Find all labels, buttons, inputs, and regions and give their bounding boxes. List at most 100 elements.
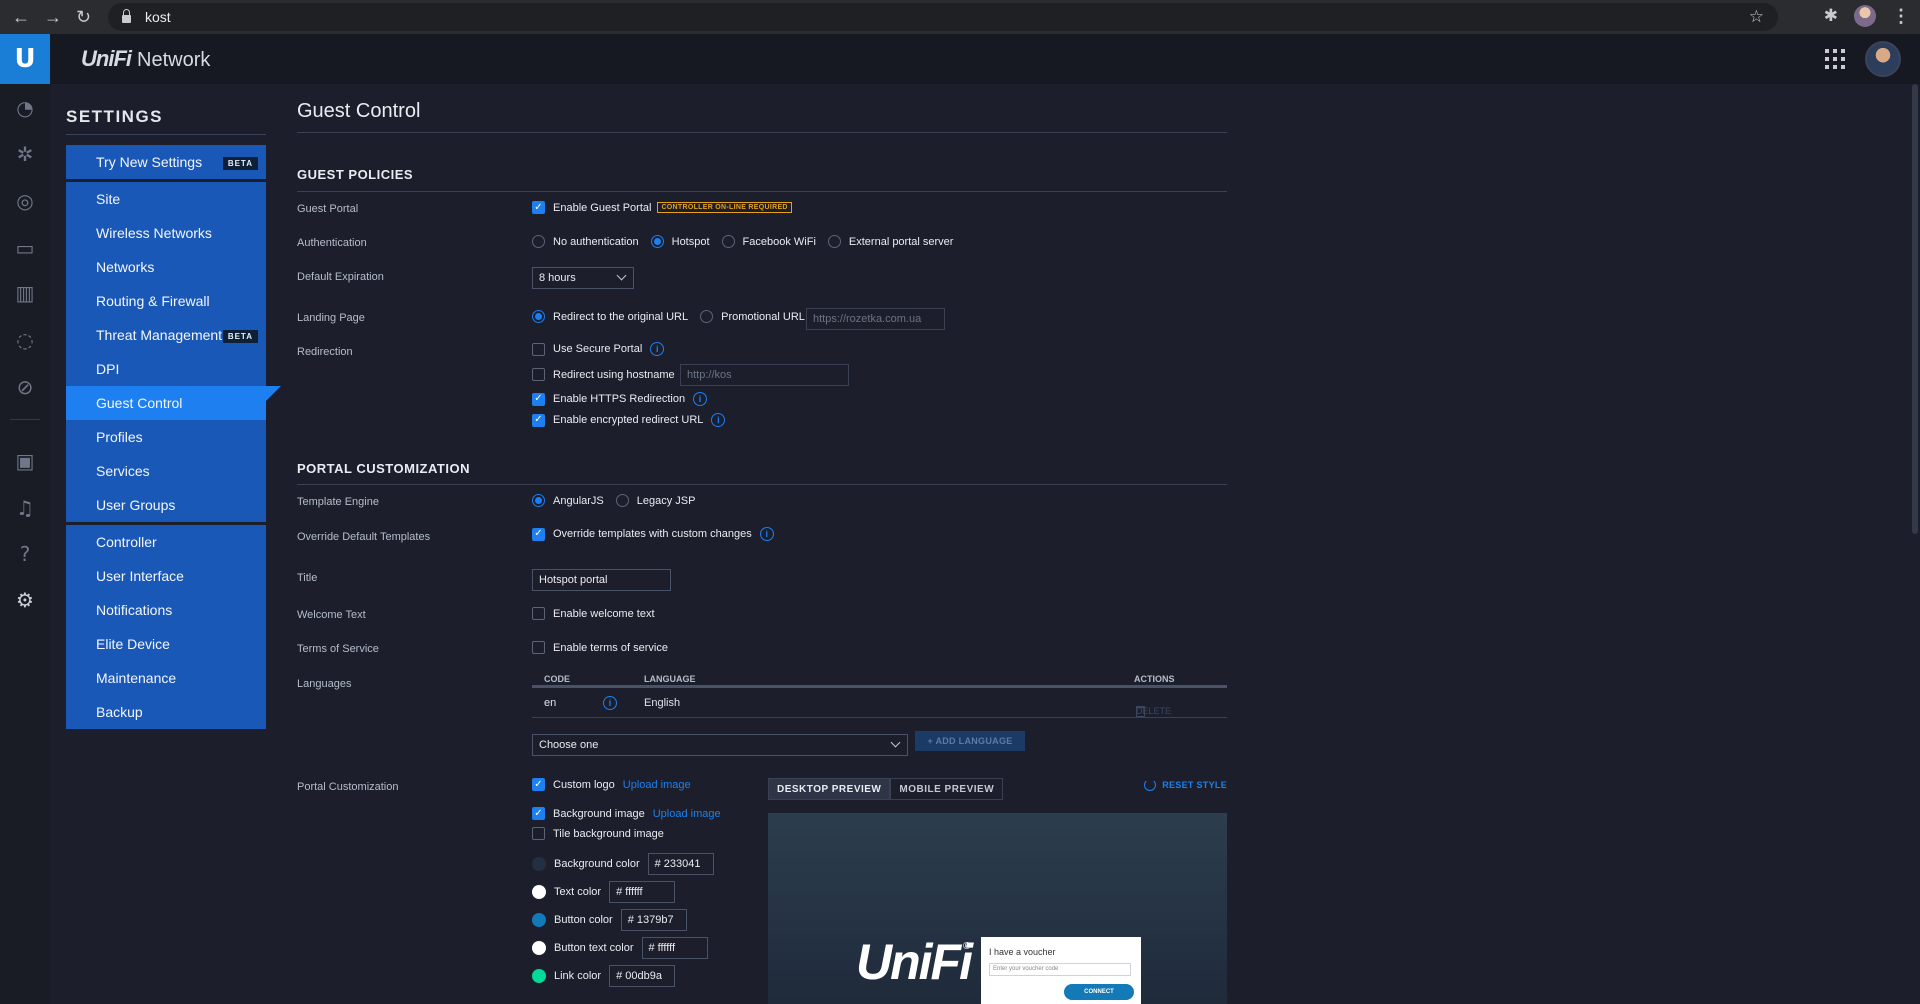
- color-swatch[interactable]: [532, 913, 546, 927]
- tab-mobile-preview[interactable]: MOBILE PREVIEW: [890, 778, 1004, 800]
- sidebar-item-routing-firewall[interactable]: Routing & Firewall: [66, 284, 266, 318]
- encrypted-redirect-checkbox[interactable]: Enable encrypted redirect URL i: [532, 413, 726, 427]
- portal-title-input[interactable]: Hotspot portal: [532, 569, 671, 591]
- address-bar[interactable]: kost ☆: [108, 3, 1778, 31]
- sidebar-item-notifications[interactable]: Notifications: [66, 593, 266, 627]
- radio-facebook-wifi[interactable]: [721, 235, 735, 248]
- radio-angularjs[interactable]: [532, 494, 545, 507]
- sidebar-item-profiles[interactable]: Profiles: [66, 420, 266, 454]
- radio-redirect-original[interactable]: [532, 310, 545, 323]
- enable-guest-portal-checkbox[interactable]: Enable Guest Portal CONTROLLER ON-LINE R…: [532, 201, 792, 214]
- expiration-select[interactable]: 8 hours: [532, 267, 634, 289]
- color-hex-input[interactable]: # ffffff: [641, 937, 708, 959]
- hostname-input[interactable]: http://kos: [680, 364, 849, 386]
- extensions-icon[interactable]: ✱: [1824, 6, 1838, 26]
- sidebar-item-try-new-settings[interactable]: Try New Settings BETA: [66, 145, 266, 179]
- color-swatch[interactable]: [532, 885, 546, 899]
- sidebar-item-elite-device[interactable]: Elite Device: [66, 627, 266, 661]
- checkbox-checked[interactable]: [532, 778, 545, 791]
- add-language-button[interactable]: + ADD LANGUAGE: [915, 731, 1025, 751]
- info-icon[interactable]: i: [759, 527, 774, 541]
- sidebar-item-user-interface[interactable]: User Interface: [66, 559, 266, 593]
- radio-no-auth[interactable]: [532, 235, 545, 248]
- color-swatch[interactable]: [532, 941, 546, 955]
- color-hex-input[interactable]: # 00db9a: [609, 965, 676, 987]
- override-templates-checkbox[interactable]: Override templates with custom changes i: [532, 527, 774, 541]
- checkbox-unchecked[interactable]: [532, 641, 545, 654]
- tab-desktop-preview[interactable]: DESKTOP PREVIEW: [768, 778, 891, 800]
- terms-of-service-checkbox[interactable]: Enable terms of service: [532, 641, 668, 654]
- browser-profile-avatar[interactable]: [1854, 5, 1876, 27]
- reset-style-button[interactable]: RESET STYLE: [1144, 779, 1227, 791]
- promotional-url-input[interactable]: https://rozetka.com.ua: [806, 308, 945, 330]
- events-icon[interactable]: ▣: [13, 449, 37, 473]
- sidebar-item-site[interactable]: Site: [66, 182, 266, 216]
- tile-background-checkbox[interactable]: Tile background image: [532, 827, 664, 840]
- bookmark-star-icon[interactable]: ☆: [1749, 7, 1764, 27]
- topology-icon[interactable]: ✲: [13, 142, 37, 166]
- checkbox-unchecked[interactable]: [532, 368, 545, 381]
- clients-icon[interactable]: ▭: [13, 236, 37, 260]
- upload-background-link[interactable]: Upload image: [653, 808, 721, 820]
- secure-portal-checkbox[interactable]: Use Secure Portal i: [532, 342, 665, 356]
- redirect-hostname-checkbox[interactable]: Redirect using hostname: [532, 368, 675, 381]
- checkbox-checked[interactable]: [532, 413, 545, 427]
- radio-promotional-url[interactable]: [700, 310, 714, 323]
- checkbox-checked[interactable]: [532, 201, 545, 214]
- checkbox-unchecked[interactable]: [532, 342, 545, 356]
- reload-icon[interactable]: ↻: [76, 8, 91, 26]
- choose-language-select[interactable]: Choose one: [532, 734, 908, 756]
- background-image-checkbox[interactable]: Background image Upload image: [532, 807, 721, 820]
- info-icon[interactable]: i: [693, 392, 708, 406]
- alerts-bell-icon[interactable]: ♫: [13, 496, 37, 520]
- settings-gear-icon[interactable]: ⚙: [13, 588, 37, 612]
- info-icon[interactable]: i: [711, 413, 726, 427]
- ubiquiti-logo[interactable]: U: [0, 34, 50, 84]
- https-redirection-checkbox[interactable]: Enable HTTPS Redirection i: [532, 392, 708, 406]
- sidebar-item-wireless-networks[interactable]: Wireless Networks: [66, 216, 266, 250]
- checkbox-checked[interactable]: [532, 807, 545, 820]
- browser-menu-icon[interactable]: ⋮: [1892, 6, 1910, 27]
- sidebar-item-user-groups[interactable]: User Groups: [66, 488, 266, 522]
- color-hex-input[interactable]: # 1379b7: [620, 909, 687, 931]
- radio-external-portal[interactable]: [827, 235, 841, 248]
- map-icon[interactable]: ◌: [13, 328, 37, 352]
- color-swatch[interactable]: [532, 857, 546, 871]
- checkbox-checked[interactable]: [532, 392, 545, 406]
- info-icon[interactable]: i: [650, 342, 665, 356]
- info-icon[interactable]: i: [603, 696, 617, 710]
- radio-legacy-jsp[interactable]: [615, 494, 629, 507]
- page-scrollbar[interactable]: [1912, 84, 1918, 534]
- help-icon[interactable]: ?: [13, 542, 37, 566]
- custom-logo-checkbox[interactable]: Custom logo Upload image: [532, 778, 691, 791]
- sidebar-item-networks[interactable]: Networks: [66, 250, 266, 284]
- welcome-text-checkbox[interactable]: Enable welcome text: [532, 607, 655, 620]
- upload-logo-link[interactable]: Upload image: [623, 779, 691, 791]
- sidebar-item-maintenance[interactable]: Maintenance: [66, 661, 266, 695]
- brand-name: Network: [137, 49, 211, 71]
- sidebar-item-controller[interactable]: Controller: [66, 525, 266, 559]
- brand[interactable]: UniFi Network: [81, 46, 210, 72]
- devices-icon[interactable]: ◎: [13, 189, 37, 213]
- sidebar-item-guest-control[interactable]: Guest Control: [66, 386, 281, 420]
- color-hex-input[interactable]: # 233041: [647, 853, 714, 875]
- forward-arrow-icon[interactable]: →: [44, 8, 62, 26]
- dashboard-icon[interactable]: ◔: [13, 96, 37, 120]
- back-arrow-icon[interactable]: ←: [12, 8, 30, 26]
- sidebar-item-backup[interactable]: Backup: [66, 695, 266, 729]
- checkbox-checked[interactable]: [532, 527, 545, 541]
- color-hex-input[interactable]: # ffffff: [609, 881, 676, 903]
- sidebar-item-threat-management[interactable]: Threat Management BETA: [66, 318, 266, 352]
- sidebar-item-services[interactable]: Services: [66, 454, 266, 488]
- statistics-icon[interactable]: ▥: [13, 281, 37, 305]
- checkbox-unchecked[interactable]: [532, 607, 545, 620]
- radio-hotspot[interactable]: [650, 235, 664, 248]
- sidebar-item-dpi[interactable]: DPI: [66, 352, 266, 386]
- sidebar-item-label: User Groups: [96, 497, 176, 513]
- user-avatar[interactable]: [1865, 41, 1901, 77]
- override-templates-text: Override templates with custom changes: [553, 528, 752, 540]
- color-swatch[interactable]: [532, 969, 546, 983]
- apps-grid-icon[interactable]: [1825, 49, 1845, 69]
- insights-icon[interactable]: ⊘: [13, 375, 37, 399]
- checkbox-unchecked[interactable]: [532, 827, 545, 840]
